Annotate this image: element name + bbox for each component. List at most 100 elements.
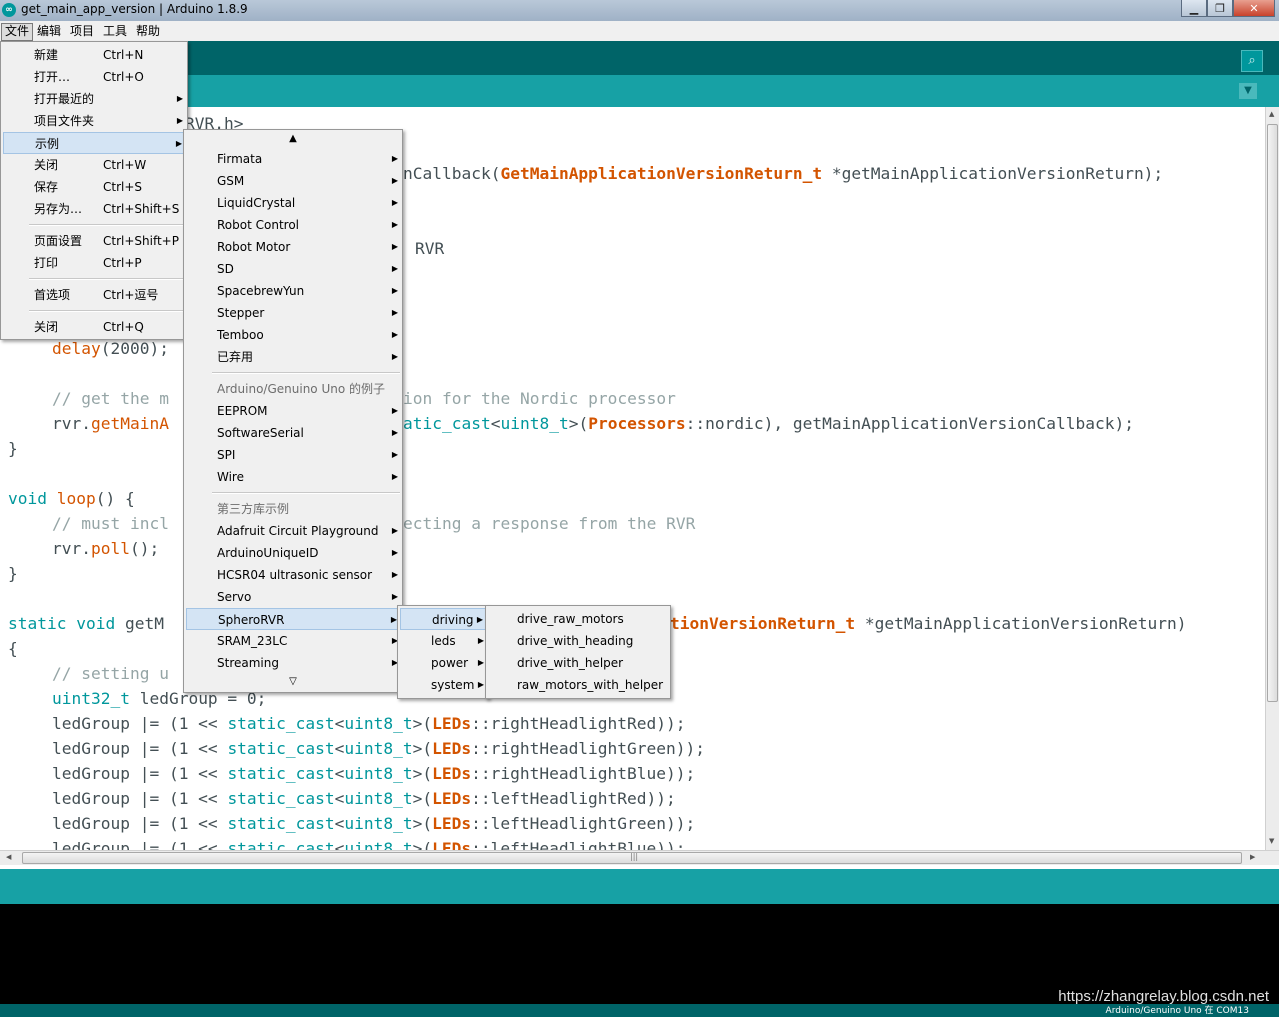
driving-submenu: drive_raw_motors drive_with_heading driv… (485, 605, 671, 699)
menu-item-print[interactable]: 打印 Ctrl+P (3, 252, 185, 274)
example-adafruit-circuit-playground[interactable]: Adafruit Circuit Playground ▶ (186, 520, 400, 542)
example-sd[interactable]: SD ▶ (186, 258, 400, 280)
example-liquidcrystal[interactable]: LiquidCrystal ▶ (186, 192, 400, 214)
menu-item-sketchbook[interactable]: 项目文件夹 ▶ (3, 110, 185, 132)
code-line: ledGroup |= (1 << static_cast<uint8_t>(L… (52, 739, 706, 758)
chevron-right-icon: ▶ (391, 242, 398, 251)
menu-item-save-as[interactable]: 另存为… Ctrl+Shift+S (3, 198, 185, 220)
chevron-right-icon: ▶ (391, 330, 398, 339)
toolbar: ⌕ (0, 41, 1279, 75)
code-line: static void getM (8, 614, 164, 633)
code-comment: // get the m (52, 389, 169, 408)
code-comment: // must incl (52, 514, 169, 533)
example-stepper[interactable]: Stepper ▶ (186, 302, 400, 324)
scroll-left-arrow-icon[interactable]: ◀ (6, 853, 11, 861)
menu-tools[interactable]: 工具 (100, 23, 130, 39)
menu-file[interactable]: 文件 (1, 23, 34, 41)
scroll-up-arrow-icon[interactable]: ▲ (1269, 110, 1274, 118)
menu-separator (29, 224, 185, 226)
example-streaming[interactable]: Streaming ▶ (186, 652, 400, 674)
menu-item-preferences[interactable]: 首选项 Ctrl+逗号 (3, 284, 185, 306)
examples-submenu: ▲ Firmata ▶ GSM ▶ LiquidCrystal ▶ Robot Con… (183, 129, 403, 693)
code-line: RVR (415, 239, 445, 258)
menu-item-new[interactable]: 新建 Ctrl+N (3, 44, 185, 66)
menu-item-examples[interactable]: 示例 ▶ (3, 132, 185, 154)
horizontal-scrollbar[interactable]: ◀ ||| ▶ (0, 850, 1279, 865)
menu-item-page-setup[interactable]: 页面设置 Ctrl+Shift+P (3, 230, 185, 252)
chevron-right-icon: ▶ (391, 570, 398, 579)
code-line: ledGroup |= (1 << static_cast<uint8_t>(L… (52, 714, 686, 733)
footer-bar: Arduino/Genuino Uno 在 COM13 (0, 1004, 1279, 1017)
maximize-button[interactable]: ❐ (1207, 0, 1233, 17)
example-sram-23lc[interactable]: SRAM_23LC ▶ (186, 630, 400, 652)
menu-item-open[interactable]: 打开… Ctrl+O (3, 66, 185, 88)
code-line: ledGroup |= (1 << static_cast<uint8_t>(L… (52, 789, 676, 808)
example-spi[interactable]: SPI ▶ (186, 444, 400, 466)
example-spacebrewyun[interactable]: SpacebrewYun ▶ (186, 280, 400, 302)
code-comment: ecting a response from the RVR (403, 514, 696, 533)
sketch-drive-with-heading[interactable]: drive_with_heading (488, 630, 668, 652)
watermark: https://zhangrelay.blog.csdn.net (1058, 988, 1269, 1005)
code-line: rvr.poll(); (52, 539, 160, 558)
file-menu: 新建 Ctrl+N 打开… Ctrl+O 打开最近的 ▶ 项目文件夹 ▶ 示例 ▶ 关闭 C… (0, 41, 188, 340)
menu-separator (29, 278, 185, 280)
sketch-raw-motors-with-helper[interactable]: raw_motors_with_helper (488, 674, 668, 696)
example-robot-control[interactable]: Robot Control ▶ (186, 214, 400, 236)
example-robot-motor[interactable]: Robot Motor ▶ (186, 236, 400, 258)
example-arduinouniqueid[interactable]: ArduinoUniqueID ▶ (186, 542, 400, 564)
example-eeprom[interactable]: EEPROM ▶ (186, 400, 400, 422)
example-spherorvr[interactable]: SpheroRVR ▶ (186, 608, 400, 630)
tab-menu-chevron-down-icon[interactable]: ▼ (1239, 83, 1257, 99)
section-header-board-examples: Arduino/Genuino Uno 的例子 (217, 382, 386, 396)
vertical-scroll-thumb[interactable] (1267, 124, 1278, 702)
code-line: ledGroup |= (1 << static_cast<uint8_t>(L… (52, 839, 686, 850)
example-servo[interactable]: Servo ▶ (186, 586, 400, 608)
chevron-right-icon: ▶ (391, 154, 398, 163)
scroll-grip-icon: ||| (630, 852, 639, 861)
arduino-logo-icon: ∞ (2, 3, 16, 17)
menu-edit[interactable]: 编辑 (34, 23, 64, 39)
sketch-drive-raw-motors[interactable]: drive_raw_motors (488, 608, 668, 630)
menu-separator (212, 372, 400, 374)
scroll-right-arrow-icon[interactable]: ▶ (1250, 853, 1255, 861)
minimize-button[interactable]: ▁ (1181, 0, 1207, 17)
sketch-drive-with-helper[interactable]: drive_with_helper (488, 652, 668, 674)
example-hcsr04[interactable]: HCSR04 ultrasonic sensor ▶ (186, 564, 400, 586)
example-temboo[interactable]: Temboo ▶ (186, 324, 400, 346)
driving-submenu-container: drive_raw_motors drive_with_heading driv… (397, 605, 671, 699)
menu-item-save[interactable]: 保存 Ctrl+S (3, 176, 185, 198)
chevron-right-icon: ▶ (176, 94, 183, 103)
chevron-right-icon: ▶ (391, 352, 398, 361)
code-line: ledGroup |= (1 << static_cast<uint8_t>(L… (52, 814, 696, 833)
chevron-right-icon: ▶ (391, 264, 398, 273)
example-gsm[interactable]: GSM ▶ (186, 170, 400, 192)
code-line: void loop() { (8, 489, 135, 508)
status-bar (0, 869, 1279, 904)
chevron-right-icon: ▶ (391, 548, 398, 557)
code-line: } (8, 564, 18, 583)
vertical-scrollbar[interactable]: ▲ ▼ (1265, 107, 1279, 850)
title-bar: ∞ get_main_app_version | Arduino 1.8.9 ▁… (0, 0, 1279, 22)
menu-item-open-recent[interactable]: 打开最近的 ▶ (3, 88, 185, 110)
chevron-right-icon: ▶ (391, 450, 398, 459)
serial-monitor-icon[interactable]: ⌕ (1241, 50, 1263, 72)
example-wire[interactable]: Wire ▶ (186, 466, 400, 488)
scroll-down-arrow-icon[interactable]: ▽ (184, 676, 402, 687)
menu-sketch[interactable]: 项目 (67, 23, 97, 39)
chevron-right-icon: ▶ (391, 220, 398, 229)
menu-item-quit[interactable]: 关闭 Ctrl+Q (3, 316, 185, 338)
close-window-button[interactable]: ✕ (1233, 0, 1275, 17)
example-deprecated[interactable]: 已弃用 ▶ (186, 346, 400, 368)
menu-help[interactable]: 帮助 (133, 23, 163, 39)
chevron-right-icon: ▶ (175, 139, 182, 148)
menu-item-close[interactable]: 关闭 Ctrl+W (3, 154, 185, 176)
example-softwareserial[interactable]: SoftwareSerial ▶ (186, 422, 400, 444)
window-controls: ▁ ❐ ✕ (1181, 0, 1275, 18)
menu-separator (29, 310, 185, 312)
chevron-right-icon: ▶ (391, 308, 398, 317)
scroll-up-arrow-icon[interactable]: ▲ (184, 133, 402, 144)
example-firmata[interactable]: Firmata ▶ (186, 148, 400, 170)
scroll-down-arrow-icon[interactable]: ▼ (1269, 837, 1274, 845)
code-line: { (8, 639, 18, 658)
menu-separator (212, 492, 400, 494)
